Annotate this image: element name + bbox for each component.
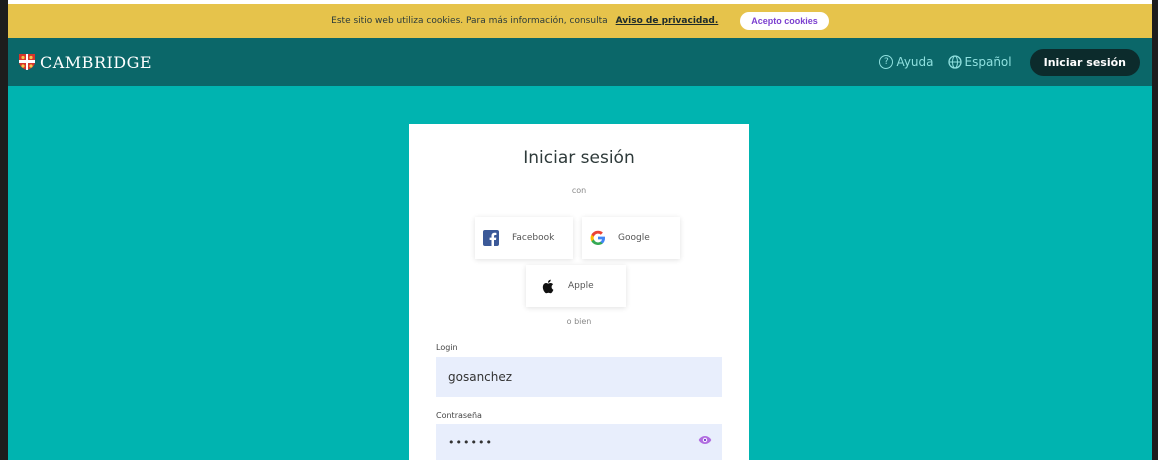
password-label: Contraseña bbox=[436, 411, 482, 420]
accept-cookies-button[interactable]: Acepto cookies bbox=[740, 12, 829, 30]
cookie-text: Este sitio web utiliza cookies. Para más… bbox=[331, 16, 608, 26]
apple-icon bbox=[542, 279, 554, 293]
globe-icon bbox=[947, 55, 962, 69]
cambridge-shield-icon bbox=[19, 54, 35, 70]
cookie-bar: Este sitio web utiliza cookies. Para más… bbox=[8, 4, 1152, 38]
window-frame-right bbox=[1152, 0, 1158, 460]
facebook-icon bbox=[483, 230, 499, 246]
with-label: con bbox=[571, 186, 587, 195]
language-label: Español bbox=[964, 55, 1012, 69]
apple-login-button[interactable]: Apple bbox=[526, 265, 626, 307]
language-selector[interactable]: Español bbox=[947, 55, 1012, 69]
header: CAMBRIDGE ? Ayuda Español Iniciar sesión bbox=[8, 38, 1152, 86]
login-value: gosanchez bbox=[448, 370, 513, 384]
or-separator: o bien bbox=[566, 317, 592, 326]
login-title: Iniciar sesión bbox=[523, 148, 635, 168]
login-card: Iniciar sesión con Facebook Google Apple… bbox=[409, 124, 749, 460]
help-icon: ? bbox=[879, 55, 894, 69]
logo[interactable]: CAMBRIDGE bbox=[18, 53, 152, 72]
google-icon bbox=[590, 230, 605, 245]
password-value: •••••• bbox=[448, 435, 493, 449]
google-label: Google bbox=[618, 233, 650, 243]
eye-icon[interactable] bbox=[698, 435, 712, 445]
header-actions: ? Ayuda Español Iniciar sesión bbox=[879, 48, 1140, 76]
google-login-button[interactable]: Google bbox=[582, 217, 680, 259]
window-frame-left bbox=[0, 0, 8, 460]
login-input[interactable]: gosanchez bbox=[436, 357, 722, 397]
help-label: Ayuda bbox=[896, 55, 934, 69]
facebook-label: Facebook bbox=[512, 233, 555, 243]
apple-label: Apple bbox=[568, 281, 594, 291]
help-link[interactable]: ? Ayuda bbox=[879, 55, 934, 69]
privacy-link[interactable]: Aviso de privacidad. bbox=[616, 16, 719, 26]
logo-text: CAMBRIDGE bbox=[40, 52, 153, 72]
login-label: Login bbox=[436, 343, 458, 352]
facebook-login-button[interactable]: Facebook bbox=[475, 217, 573, 259]
password-input[interactable]: •••••• bbox=[436, 424, 722, 460]
header-signin-button[interactable]: Iniciar sesión bbox=[1029, 48, 1140, 76]
